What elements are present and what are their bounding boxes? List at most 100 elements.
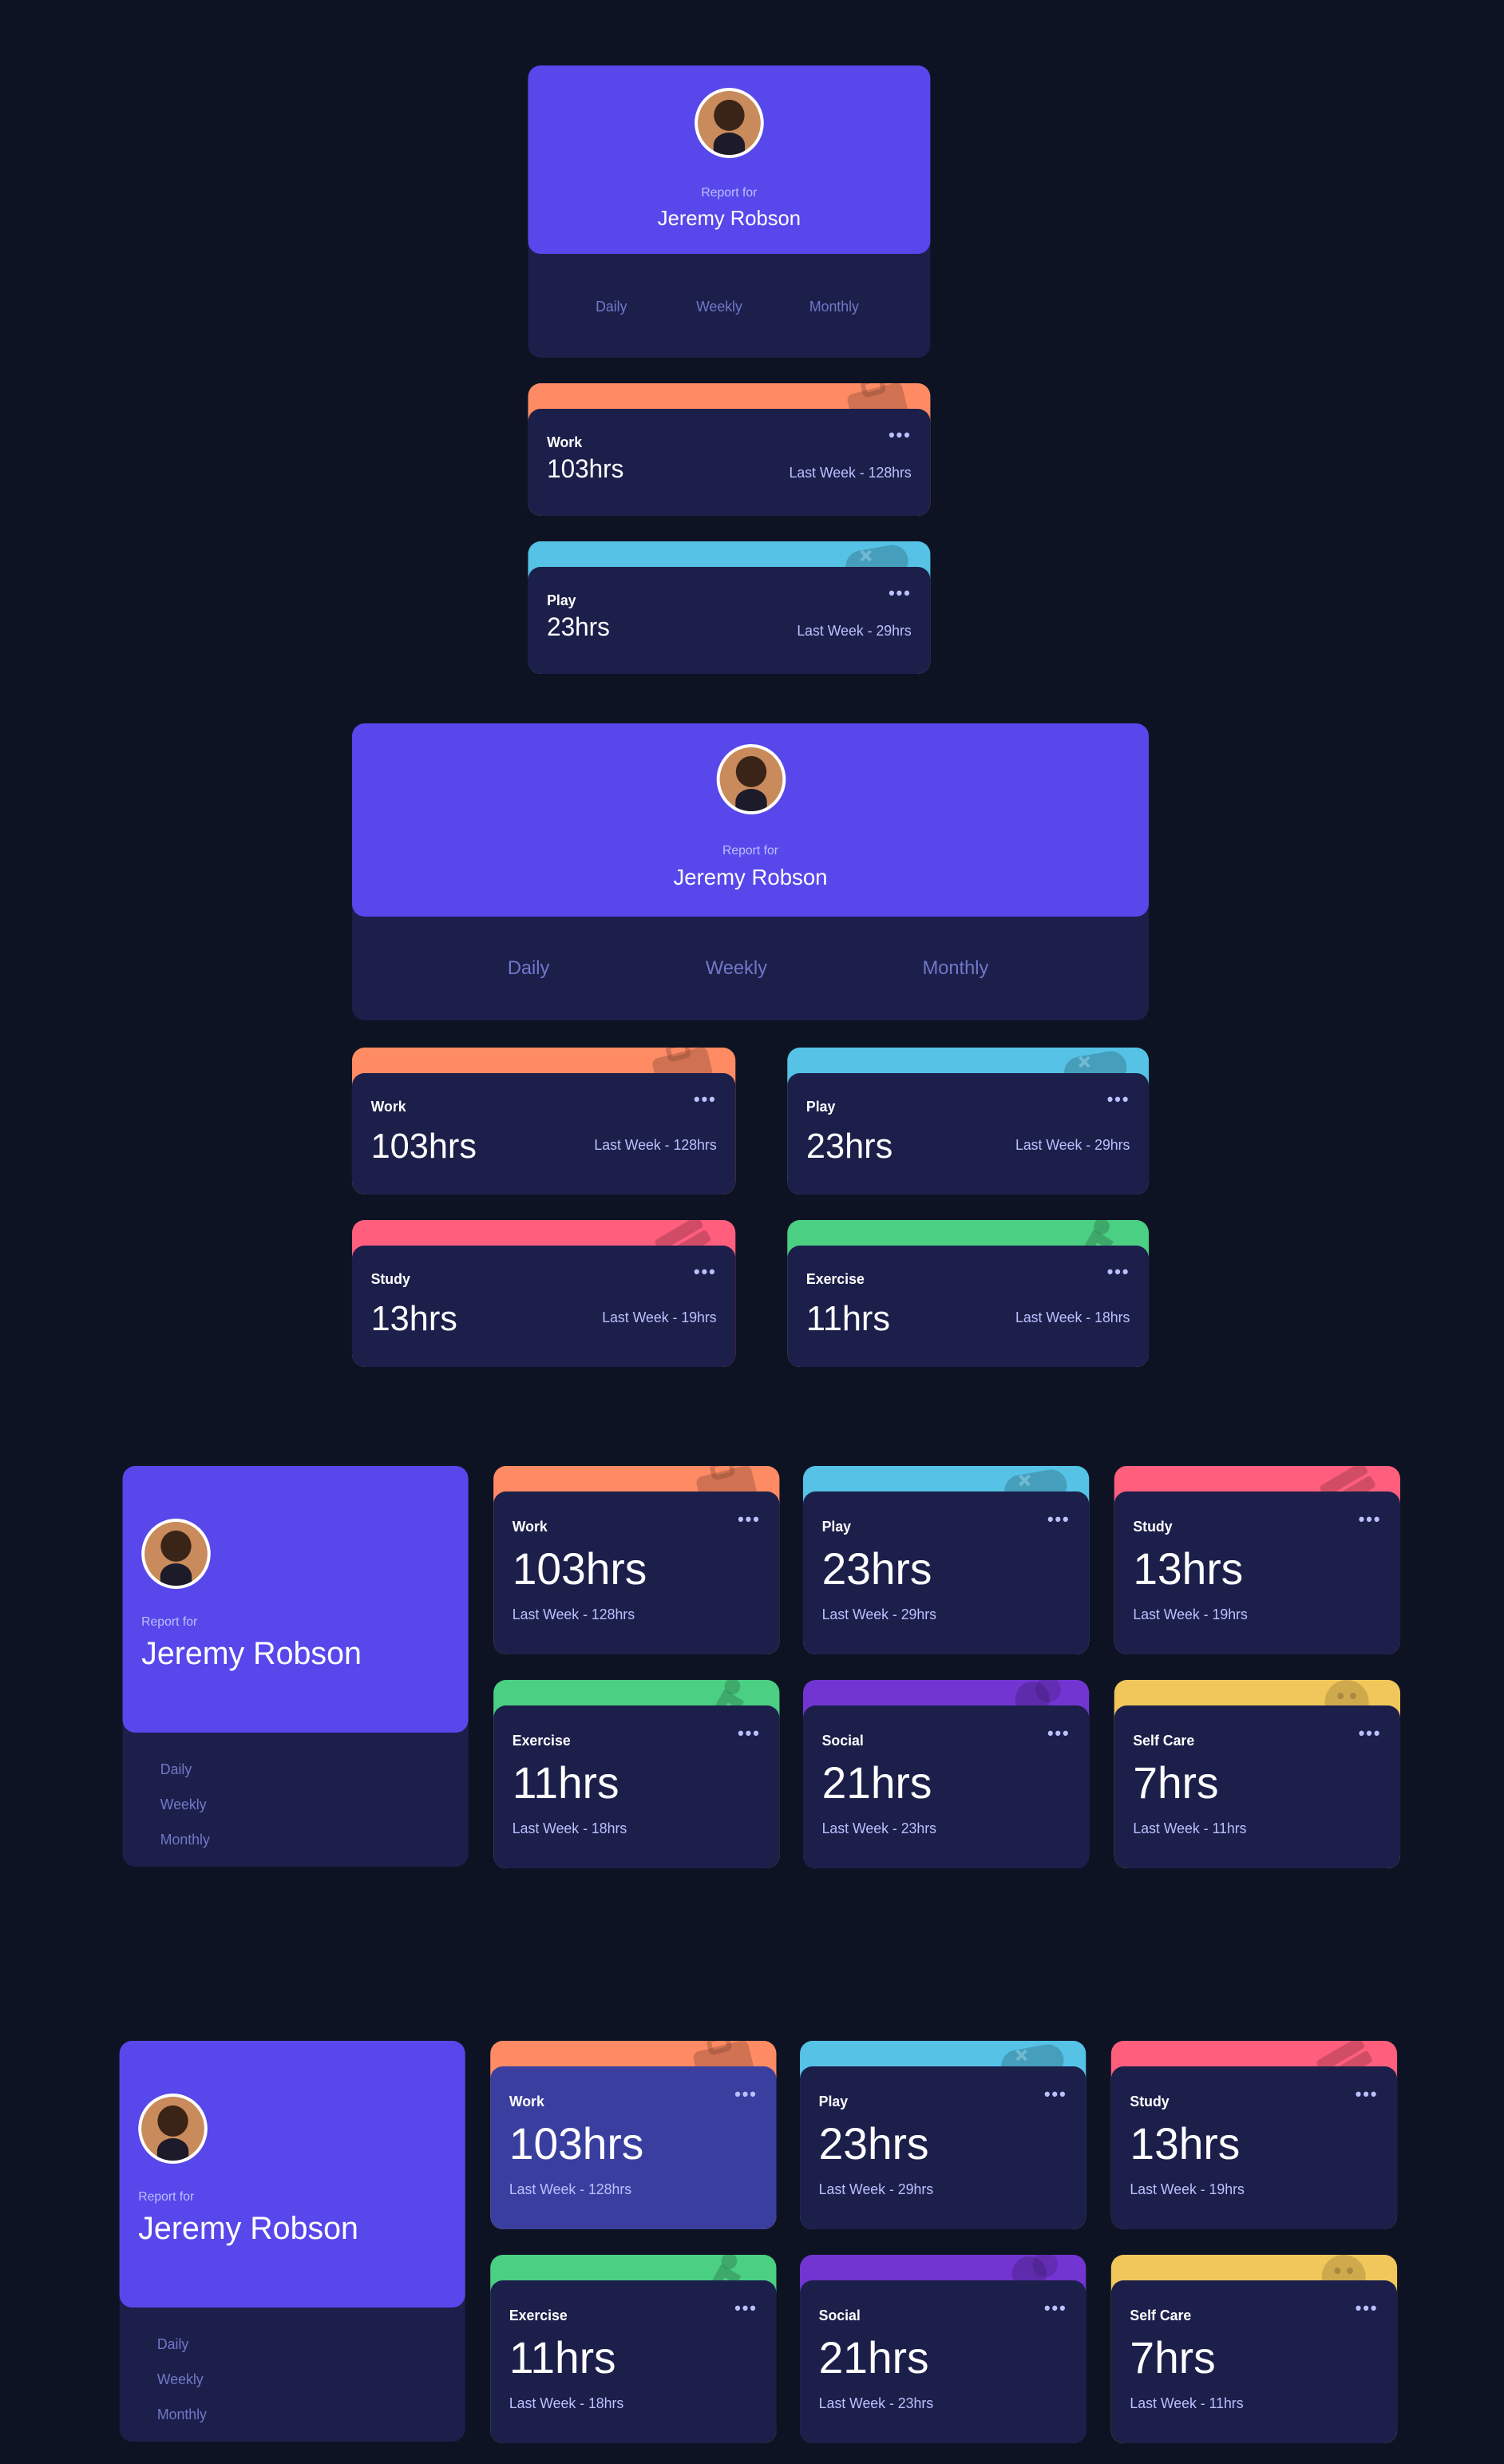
ellipsis-icon[interactable]: ••• (734, 2300, 758, 2319)
activity-card-play[interactable]: Play ••• 23hrs Last Week - 29hrs (528, 541, 931, 674)
period-tab-daily[interactable]: Daily (160, 1761, 192, 1777)
activity-previous-hours: Last Week - 18hrs (512, 1820, 627, 1836)
activity-card-exercise[interactable]: Exercise ••• 11hrs Last Week - 18hrs (493, 1680, 780, 1868)
activity-title: Self Care (1130, 2308, 1192, 2323)
activity-card-work[interactable]: Work ••• 103hrs Last Week - 128hrs (490, 2041, 777, 2229)
profile-header: Report for Jeremy Robson (119, 2041, 465, 2308)
ellipsis-icon[interactable]: ••• (1047, 1725, 1071, 1744)
user-name: Jeremy Robson (673, 864, 828, 889)
period-tab-daily[interactable]: Daily (596, 299, 627, 315)
activity-card-self-care[interactable]: Self Care ••• 7hrs Last Week - 11hrs (1114, 1680, 1401, 1868)
activity-title: Work (547, 434, 583, 450)
activity-card-play[interactable]: Play ••• 23hrs Last Week - 29hrs (787, 1048, 1150, 1194)
activity-previous-hours: Last Week - 128hrs (594, 1137, 717, 1153)
activity-previous-hours: Last Week - 128hrs (512, 1606, 635, 1622)
activity-current-hours: 11hrs (805, 1298, 891, 1338)
profile-card: Report for Jeremy Robson Daily Weekly Monthl… (351, 723, 1150, 1020)
activity-card-exercise[interactable]: Exercise ••• 11hrs Last Week - 18hrs (490, 2255, 777, 2443)
activity-current-hours: 11hrs (512, 1758, 619, 1808)
period-tab-weekly[interactable]: Weekly (157, 2371, 204, 2387)
activity-previous-hours: Last Week - 19hrs (1133, 1606, 1248, 1622)
activity-current-hours: 103hrs (370, 1126, 477, 1166)
activity-previous-hours: Last Week - 128hrs (509, 2181, 632, 2197)
period-tab-weekly[interactable]: Weekly (706, 957, 767, 979)
period-tab-weekly[interactable]: Weekly (160, 1797, 207, 1812)
activity-card-body: Study ••• 13hrs Last Week - 19hrs (1110, 2066, 1398, 2229)
ellipsis-icon[interactable]: ••• (889, 427, 912, 446)
activity-previous-hours: Last Week - 18hrs (509, 2395, 624, 2411)
activity-title: Play (818, 2094, 849, 2109)
activity-card-study[interactable]: Study ••• 13hrs Last Week - 19hrs (351, 1220, 736, 1367)
activity-title: Play (821, 1519, 852, 1535)
ellipsis-icon[interactable]: ••• (1359, 1511, 1382, 1530)
activity-previous-hours: Last Week - 19hrs (602, 1309, 717, 1325)
period-tab-daily[interactable]: Daily (508, 957, 550, 979)
activity-title: Study (370, 1271, 410, 1287)
activity-card-body: Self Care ••• 7hrs Last Week - 11hrs (1110, 2280, 1398, 2443)
activity-card-body: Exercise ••• 11hrs Last Week - 18hrs (493, 1705, 780, 1868)
activity-title: Exercise (509, 2308, 568, 2323)
ellipsis-icon[interactable]: ••• (694, 1091, 717, 1110)
activity-card-work[interactable]: Work ••• 103hrs Last Week - 128hrs (528, 383, 931, 516)
ellipsis-icon[interactable]: ••• (1044, 2300, 1067, 2319)
activity-card-study[interactable]: Study ••• 13hrs Last Week - 19hrs (1110, 2041, 1398, 2229)
activity-title: Work (512, 1519, 548, 1535)
activity-title: Work (370, 1099, 406, 1115)
report-for-label: Report for (701, 185, 758, 200)
ellipsis-icon[interactable]: ••• (1359, 1725, 1382, 1744)
activity-current-hours: 7hrs (1133, 1758, 1219, 1808)
activity-current-hours: 103hrs (512, 1544, 647, 1594)
activity-card-body: Work ••• 103hrs Last Week - 128hrs (493, 1491, 780, 1654)
activity-card-exercise[interactable]: Exercise ••• 11hrs Last Week - 18hrs (787, 1220, 1150, 1367)
activity-card-work[interactable]: Work ••• 103hrs Last Week - 128hrs (351, 1048, 736, 1194)
activity-card-self-care[interactable]: Self Care ••• 7hrs Last Week - 11hrs (1110, 2255, 1398, 2443)
ellipsis-icon[interactable]: ••• (738, 1511, 761, 1530)
activity-title: Social (818, 2308, 861, 2323)
activity-previous-hours: Last Week - 23hrs (821, 1820, 937, 1836)
ellipsis-icon[interactable]: ••• (1044, 2086, 1067, 2105)
user-name: Jeremy Robson (657, 206, 801, 230)
ellipsis-icon[interactable]: ••• (1356, 2300, 1379, 2319)
period-tab-monthly[interactable]: Monthly (157, 2407, 207, 2422)
activity-card-social[interactable]: Social ••• 21hrs Last Week - 23hrs (800, 2255, 1086, 2443)
activity-title: Social (821, 1733, 864, 1749)
activity-card-work[interactable]: Work ••• 103hrs Last Week - 128hrs (493, 1466, 780, 1654)
stage: Report for Jeremy Robson Daily Weekly Monthl… (0, 0, 1504, 2464)
activity-card-body: Play ••• 23hrs Last Week - 29hrs (802, 1491, 1090, 1654)
period-tab-monthly[interactable]: Monthly (160, 1832, 210, 1848)
ellipsis-icon[interactable]: ••• (694, 1264, 717, 1282)
report-for-label: Report for (138, 2189, 195, 2204)
activity-card-social[interactable]: Social ••• 21hrs Last Week - 23hrs (802, 1680, 1090, 1868)
activity-card-body: Social ••• 21hrs Last Week - 23hrs (802, 1705, 1090, 1868)
activity-title: Exercise (805, 1271, 865, 1287)
ellipsis-icon[interactable]: ••• (1107, 1091, 1130, 1110)
ellipsis-icon[interactable]: ••• (1107, 1264, 1130, 1282)
activity-current-hours: 23hrs (805, 1126, 893, 1166)
activity-card-body: Play ••• 23hrs Last Week - 29hrs (528, 567, 931, 674)
period-tab-monthly[interactable]: Monthly (923, 957, 989, 979)
activity-card-body: Study ••• 13hrs Last Week - 19hrs (1114, 1491, 1401, 1654)
ellipsis-icon[interactable]: ••• (738, 1725, 761, 1744)
period-tab-weekly[interactable]: Weekly (696, 299, 742, 315)
activity-card-body: Play ••• 23hrs Last Week - 29hrs (800, 2066, 1086, 2229)
activity-current-hours: 103hrs (547, 457, 624, 484)
activity-current-hours: 21hrs (821, 1758, 932, 1808)
activity-card-study[interactable]: Study ••• 13hrs Last Week - 19hrs (1114, 1466, 1401, 1654)
activity-current-hours: 21hrs (818, 2333, 929, 2383)
activity-card-body: Work ••• 103hrs Last Week - 128hrs (490, 2066, 777, 2229)
ellipsis-icon[interactable]: ••• (1356, 2086, 1379, 2105)
ellipsis-icon[interactable]: ••• (889, 585, 912, 604)
activity-previous-hours: Last Week - 128hrs (789, 465, 912, 481)
profile-header: Report for Jeremy Robson (528, 65, 931, 254)
activity-current-hours: 11hrs (509, 2333, 616, 2383)
activity-current-hours: 103hrs (509, 2119, 644, 2169)
ellipsis-icon[interactable]: ••• (1047, 1511, 1071, 1530)
user-name: Jeremy Robson (141, 1637, 362, 1672)
activity-card-play[interactable]: Play ••• 23hrs Last Week - 29hrs (802, 1466, 1090, 1654)
period-tab-daily[interactable]: Daily (157, 2336, 188, 2352)
activity-previous-hours: Last Week - 29hrs (1015, 1137, 1130, 1153)
activity-previous-hours: Last Week - 19hrs (1130, 2181, 1245, 2197)
activity-card-play[interactable]: Play ••• 23hrs Last Week - 29hrs (800, 2041, 1086, 2229)
ellipsis-icon[interactable]: ••• (734, 2086, 758, 2105)
period-tab-monthly[interactable]: Monthly (809, 299, 859, 315)
